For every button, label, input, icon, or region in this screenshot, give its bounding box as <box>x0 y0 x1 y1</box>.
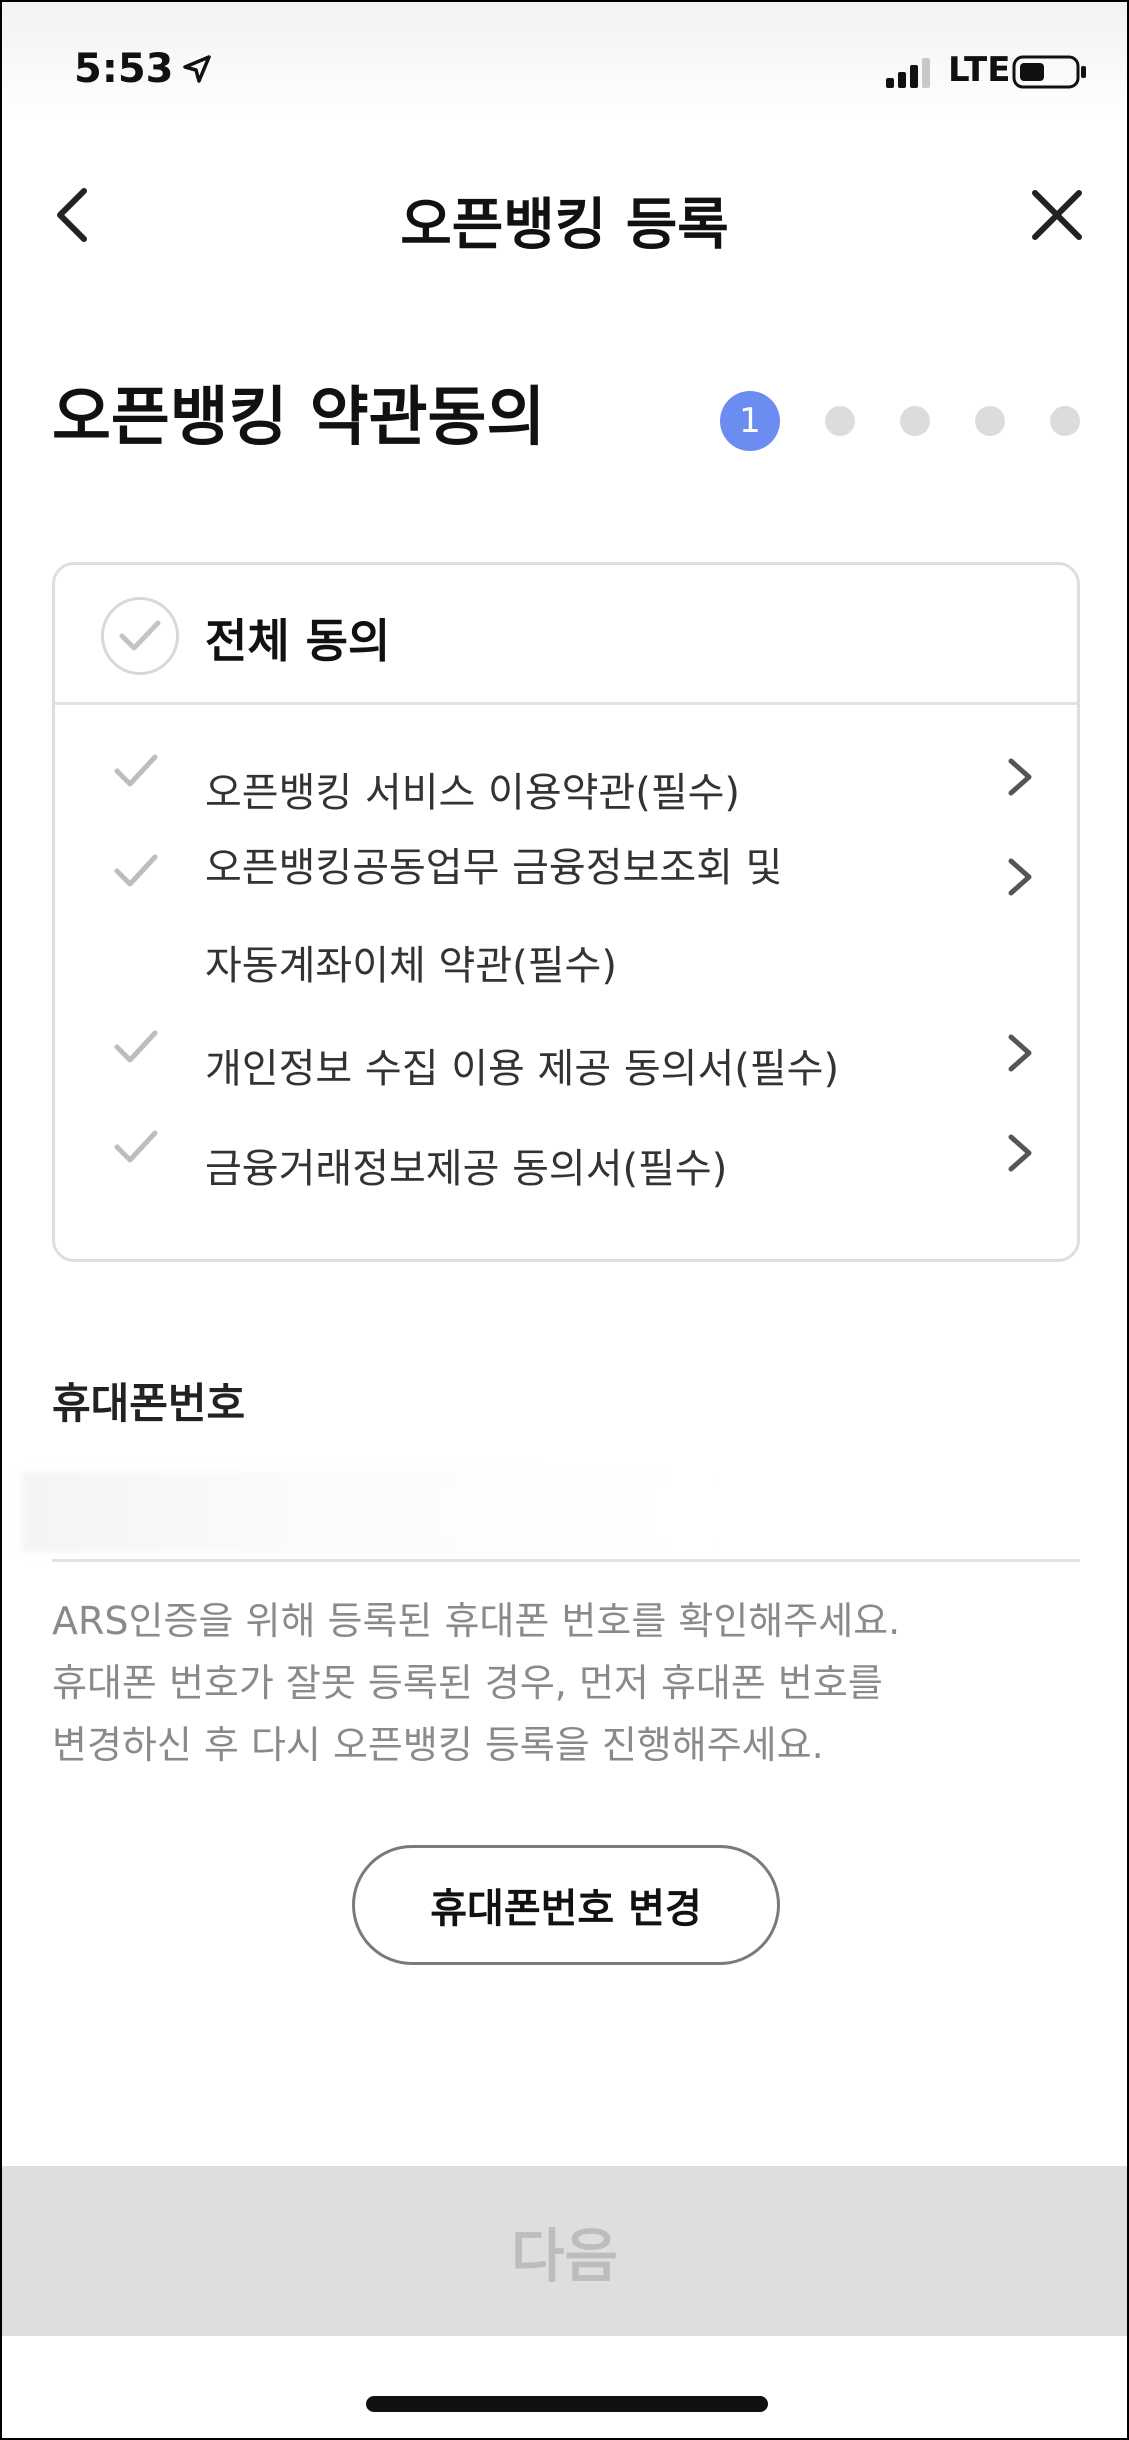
phone-info-text: ARS인증을 위해 등록된 휴대폰 번호를 확인해주세요. 휴대폰 번호가 잘못… <box>52 1590 1080 1776</box>
close-icon <box>1032 190 1082 240</box>
phone-info-line: ARS인증을 위해 등록된 휴대폰 번호를 확인해주세요. <box>52 1599 901 1643</box>
chevron-right-icon[interactable] <box>1005 855 1035 903</box>
agree-all-checkbox[interactable] <box>101 597 179 675</box>
status-time: 5:53 <box>74 46 174 92</box>
step-3-dot <box>900 406 930 436</box>
agree-all-label: 전체 동의 <box>205 614 391 668</box>
step-2-dot <box>825 406 855 436</box>
check-icon[interactable] <box>113 1027 159 1071</box>
check-icon[interactable] <box>113 1127 159 1171</box>
home-indicator[interactable] <box>366 2396 768 2412</box>
phone-info-line: 휴대폰 번호가 잘못 등록된 경우, 먼저 휴대폰 번호를 <box>52 1661 883 1705</box>
page-title: 오픈뱅킹 등록 <box>400 193 729 258</box>
step-4-dot <box>975 406 1005 436</box>
phone-number-field <box>22 1442 1080 1562</box>
section-title: 오픈뱅킹 약관동의 <box>52 381 546 455</box>
agreement-card: 전체 동의 오픈뱅킹 서비스 이용약관(필수) 오픈뱅킹공동업무 금융정보조회 … <box>52 562 1080 1262</box>
location-arrow-icon <box>182 54 212 88</box>
term-label: 개인정보 수집 이용 제공 동의서(필수) <box>205 1046 840 1092</box>
term-label: 오픈뱅킹공동업무 금융정보조회 및 자동계좌이체 약관(필수) <box>205 819 925 1015</box>
battery-icon <box>1012 54 1088 94</box>
check-icon[interactable] <box>113 851 159 895</box>
change-phone-button[interactable]: 휴대폰번호 변경 <box>352 1845 780 1965</box>
signal-icon <box>886 56 934 92</box>
step-1-active: 1 <box>720 391 780 451</box>
phone-label: 휴대폰번호 <box>52 1379 246 1428</box>
chevron-right-icon[interactable] <box>1005 1031 1035 1079</box>
close-button[interactable] <box>1022 180 1092 250</box>
term-label-line-1: 오픈뱅킹공동업무 금융정보조회 및 <box>205 845 783 891</box>
check-icon[interactable] <box>113 751 159 795</box>
term-label-line-2: 자동계좌이체 약관(필수) <box>205 943 617 989</box>
step-5-dot <box>1050 406 1080 436</box>
agree-all-row[interactable]: 전체 동의 <box>55 565 1077 705</box>
phone-number-redacted <box>22 1472 722 1552</box>
network-label: LTE <box>948 50 1011 90</box>
chevron-right-icon[interactable] <box>1005 1131 1035 1179</box>
term-label: 금융거래정보제공 동의서(필수) <box>205 1146 728 1192</box>
phone-info-line: 변경하신 후 다시 오픈뱅킹 등록을 진행해주세요. <box>52 1723 824 1767</box>
chevron-right-icon[interactable] <box>1005 755 1035 803</box>
next-button[interactable]: 다음 <box>2 2166 1127 2336</box>
app-screen: 5:53 LTE 오픈뱅킹 등록 오픈뱅킹 약관동의 1 전체 동의 오픈뱅킹 … <box>0 0 1129 2440</box>
check-icon <box>119 620 161 651</box>
